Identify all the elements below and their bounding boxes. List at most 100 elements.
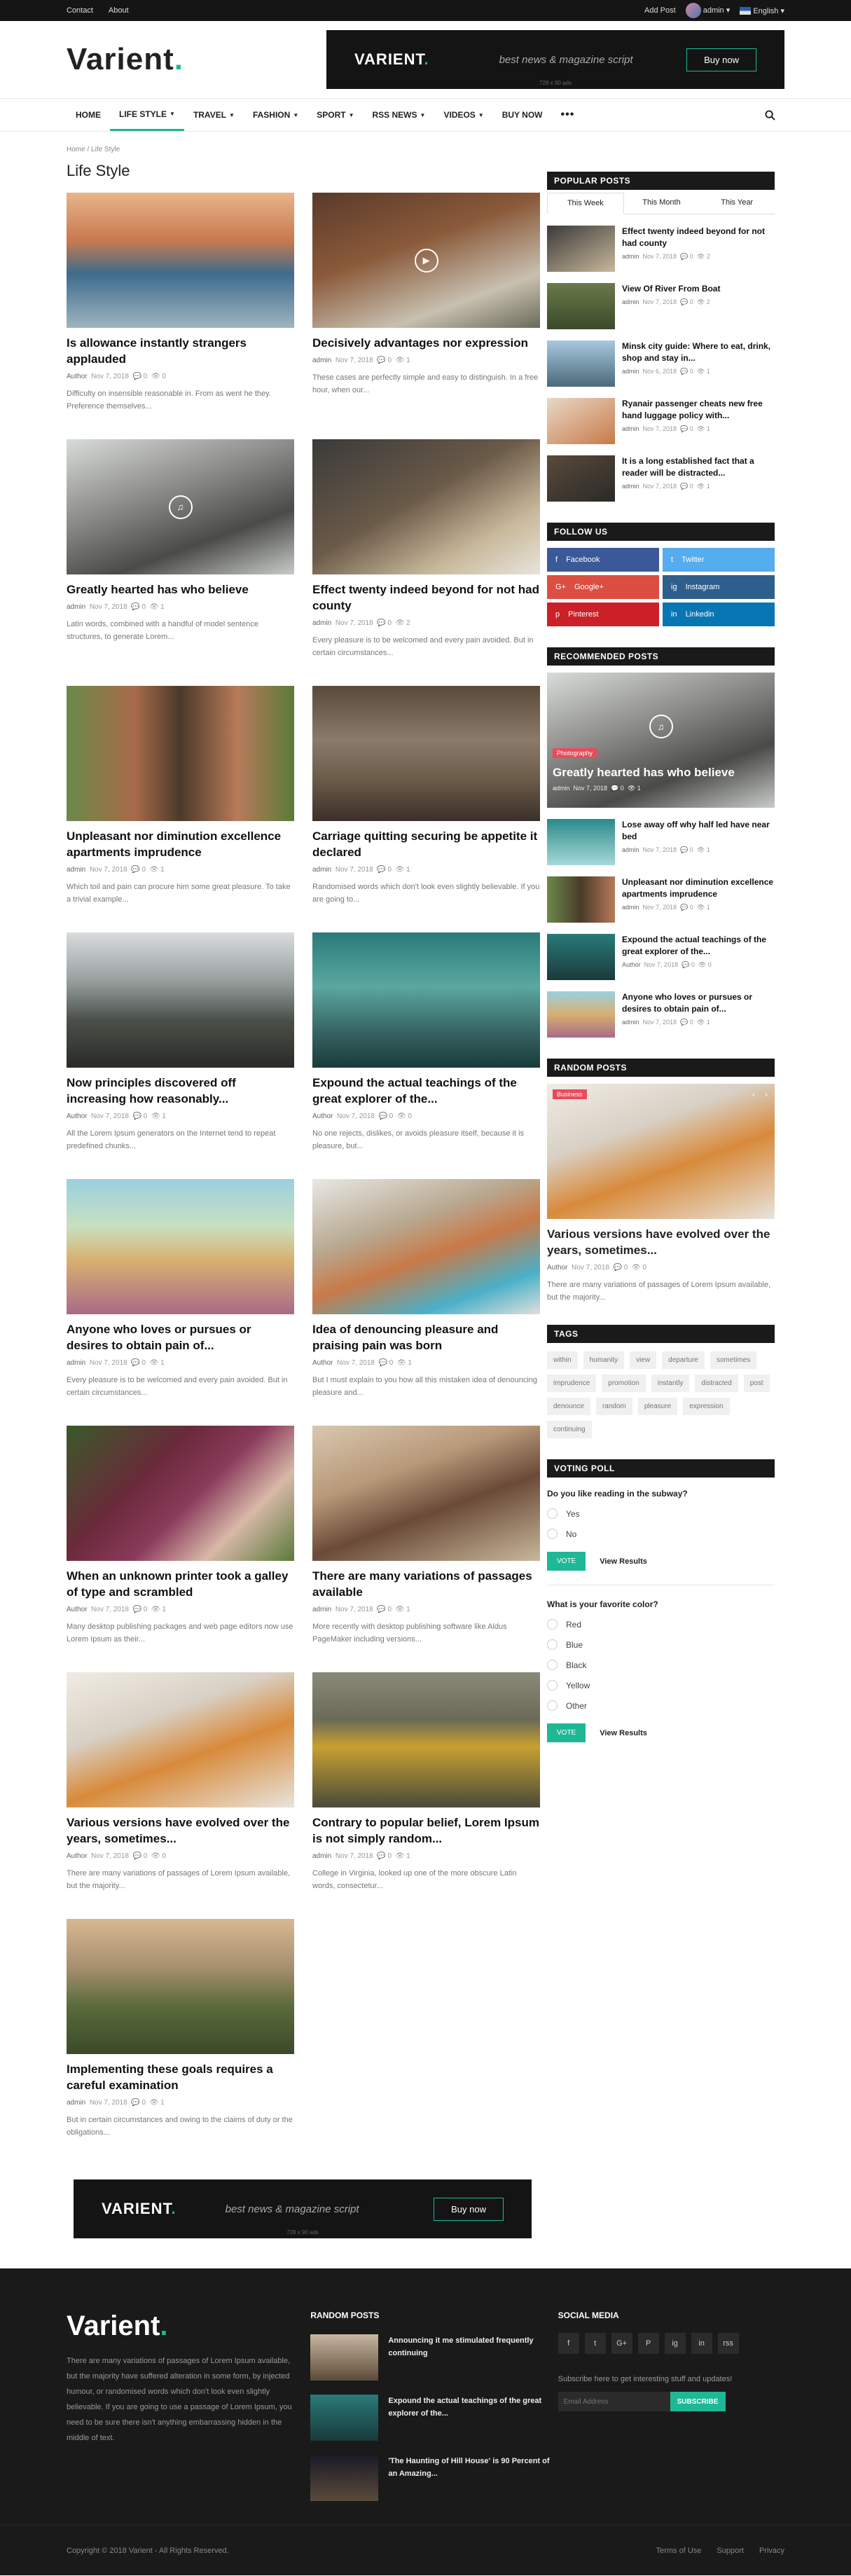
tag-promotion[interactable]: promotion xyxy=(602,1375,646,1392)
rss-icon[interactable]: rss xyxy=(717,2333,739,2354)
vote-button[interactable]: VOTE xyxy=(547,1723,586,1742)
post-card[interactable]: ♫ Greatly hearted has who believe admin No… xyxy=(67,439,294,686)
featured-post[interactable]: ♫ Photography Greatly hearted has who be… xyxy=(547,673,775,808)
tab-this-year[interactable]: This Year xyxy=(699,193,775,214)
poll-option[interactable]: Blue xyxy=(547,1639,775,1650)
poll-option[interactable]: Yellow xyxy=(547,1680,775,1690)
post-author[interactable]: admin xyxy=(622,253,639,260)
sidebar-post[interactable]: It is a long established fact that a rea… xyxy=(547,455,775,502)
poll-option[interactable]: Black xyxy=(547,1660,775,1670)
radio-button[interactable] xyxy=(547,1508,558,1519)
post-thumbnail[interactable] xyxy=(547,226,615,272)
post-title[interactable]: Anyone who loves or pursues or desires t… xyxy=(67,1321,294,1354)
post-author[interactable]: admin xyxy=(67,1359,85,1367)
post-thumbnail[interactable] xyxy=(310,2334,379,2381)
poll-option[interactable]: Red xyxy=(547,1619,775,1630)
nav-item-fashion[interactable]: FASHION ▼ xyxy=(244,99,307,131)
nav-item-videos[interactable]: VIDEOS ▼ xyxy=(434,99,492,131)
chevron-left-icon[interactable]: ‹ xyxy=(752,1089,755,1099)
sidebar-post-title[interactable]: View Of River From Boat xyxy=(622,283,720,295)
follow-pinterest-button[interactable]: p Pinterest xyxy=(547,602,659,626)
post-image[interactable] xyxy=(312,686,540,821)
post-image[interactable] xyxy=(312,1672,540,1807)
nav-item-life-style[interactable]: LIFE STYLE ▼ xyxy=(110,99,184,131)
facebook-icon[interactable]: f xyxy=(558,2333,579,2354)
sidebar-post-title[interactable]: Anyone who loves or pursues or desires t… xyxy=(622,991,775,1015)
post-card[interactable]: Now principles discovered off increasing… xyxy=(67,932,294,1179)
footer-post-title[interactable]: Expound the actual teachings of the grea… xyxy=(388,2395,558,2441)
sidebar-post-title[interactable]: Unpleasant nor diminution excellence apa… xyxy=(622,876,775,900)
post-author[interactable]: Author xyxy=(67,1606,87,1613)
post-card[interactable]: Various versions have evolved over the y… xyxy=(67,1672,294,1919)
post-author[interactable]: admin xyxy=(622,483,639,490)
radio-button[interactable] xyxy=(547,1619,558,1630)
radio-button[interactable] xyxy=(547,1700,558,1711)
nav-item-home[interactable]: HOME xyxy=(67,99,110,131)
twitter-icon[interactable]: t xyxy=(584,2333,606,2354)
follow-google-plus-button[interactable]: G+ Google+ xyxy=(547,575,659,599)
post-thumbnail[interactable] xyxy=(547,455,615,502)
tag-post[interactable]: post xyxy=(743,1375,770,1392)
footer-post[interactable]: Expound the actual teachings of the grea… xyxy=(310,2395,558,2441)
post-author[interactable]: admin xyxy=(312,866,331,874)
tag-within[interactable]: within xyxy=(547,1351,578,1369)
footer-link-privacy[interactable]: Privacy xyxy=(759,2547,784,2555)
sidebar-post[interactable]: Ryanair passenger cheats new free hand l… xyxy=(547,398,775,444)
post-title[interactable]: Carriage quitting securing be appetite i… xyxy=(312,828,540,860)
post-card[interactable]: ▶ Decisively advantages nor expression adm… xyxy=(312,193,540,439)
top-link-about[interactable]: About xyxy=(109,6,129,15)
tag-sometimes[interactable]: sometimes xyxy=(710,1351,757,1369)
tag-denounce[interactable]: denounce xyxy=(547,1398,590,1415)
post-title[interactable]: There are many variations of passages av… xyxy=(312,1568,540,1600)
post-image[interactable] xyxy=(312,439,540,574)
post-title[interactable]: Is allowance instantly strangers applaud… xyxy=(67,335,294,367)
sidebar-post-title[interactable]: Ryanair passenger cheats new free hand l… xyxy=(622,398,775,422)
post-title[interactable]: Idea of denouncing pleasure and praising… xyxy=(312,1321,540,1354)
post-card[interactable]: When an unknown printer took a galley of… xyxy=(67,1426,294,1672)
post-image[interactable] xyxy=(67,932,294,1068)
post-card[interactable]: Contrary to popular belief, Lorem Ipsum … xyxy=(312,1672,540,1919)
post-author[interactable]: Author xyxy=(312,1359,333,1367)
post-title[interactable]: Contrary to popular belief, Lorem Ipsum … xyxy=(312,1814,540,1847)
tag-imprudence[interactable]: imprudence xyxy=(547,1375,597,1392)
post-author[interactable]: Author xyxy=(622,961,641,968)
post-image[interactable]: ▶ xyxy=(312,193,540,328)
post-author[interactable]: Author xyxy=(67,373,87,380)
post-title[interactable]: Greatly hearted has who believe xyxy=(67,581,294,598)
post-thumbnail[interactable] xyxy=(547,398,615,444)
sidebar-post-title[interactable]: Lose away off why half led have near bed xyxy=(622,819,775,843)
featured-post-title[interactable]: Greatly hearted has who believe xyxy=(553,766,735,780)
post-title[interactable]: Unpleasant nor diminution excellence apa… xyxy=(67,828,294,860)
post-thumbnail[interactable] xyxy=(547,876,615,923)
category-badge[interactable]: Photography xyxy=(553,748,597,758)
footer-link-terms-of-use[interactable]: Terms of Use xyxy=(656,2547,702,2555)
email-field[interactable] xyxy=(558,2392,670,2411)
post-image[interactable] xyxy=(67,1179,294,1314)
sidebar-post-title[interactable]: Expound the actual teachings of the grea… xyxy=(622,934,775,958)
follow-linkedin-button[interactable]: in Linkedin xyxy=(663,602,775,626)
post-title[interactable]: When an unknown printer took a galley of… xyxy=(67,1568,294,1600)
post-image[interactable] xyxy=(67,1919,294,2054)
post-author[interactable]: admin xyxy=(312,619,331,627)
nav-item-buy-now[interactable]: BUY NOW xyxy=(493,99,552,131)
post-image[interactable]: ♫ xyxy=(67,439,294,574)
nav-item-travel[interactable]: TRAVEL ▼ xyxy=(184,99,244,131)
post-title[interactable]: Effect twenty indeed beyond for not had … xyxy=(312,581,540,614)
tag-continuing[interactable]: continuing xyxy=(547,1421,592,1438)
post-card[interactable]: Idea of denouncing pleasure and praising… xyxy=(312,1179,540,1426)
poll-option[interactable]: No xyxy=(547,1529,775,1539)
language-selector[interactable]: English ▾ xyxy=(740,6,784,15)
vote-button[interactable]: VOTE xyxy=(547,1552,586,1571)
post-author[interactable]: Author xyxy=(67,1113,87,1120)
post-title[interactable]: Various versions have evolved over the y… xyxy=(67,1814,294,1847)
post-author[interactable]: admin xyxy=(67,2099,85,2107)
sidebar-post[interactable]: Expound the actual teachings of the grea… xyxy=(547,934,775,980)
post-author[interactable]: admin xyxy=(67,603,85,611)
post-title[interactable]: Now principles discovered off increasing… xyxy=(67,1075,294,1107)
poll-option[interactable]: Yes xyxy=(547,1508,775,1519)
post-card[interactable]: Unpleasant nor diminution excellence apa… xyxy=(67,686,294,932)
footer-post[interactable]: 'The Haunting of Hill House' is 90 Perce… xyxy=(310,2455,558,2501)
sidebar-post[interactable]: Lose away off why half led have near bed… xyxy=(547,819,775,865)
footer-link-support[interactable]: Support xyxy=(717,2547,744,2555)
sidebar-post[interactable]: Unpleasant nor diminution excellence apa… xyxy=(547,876,775,923)
